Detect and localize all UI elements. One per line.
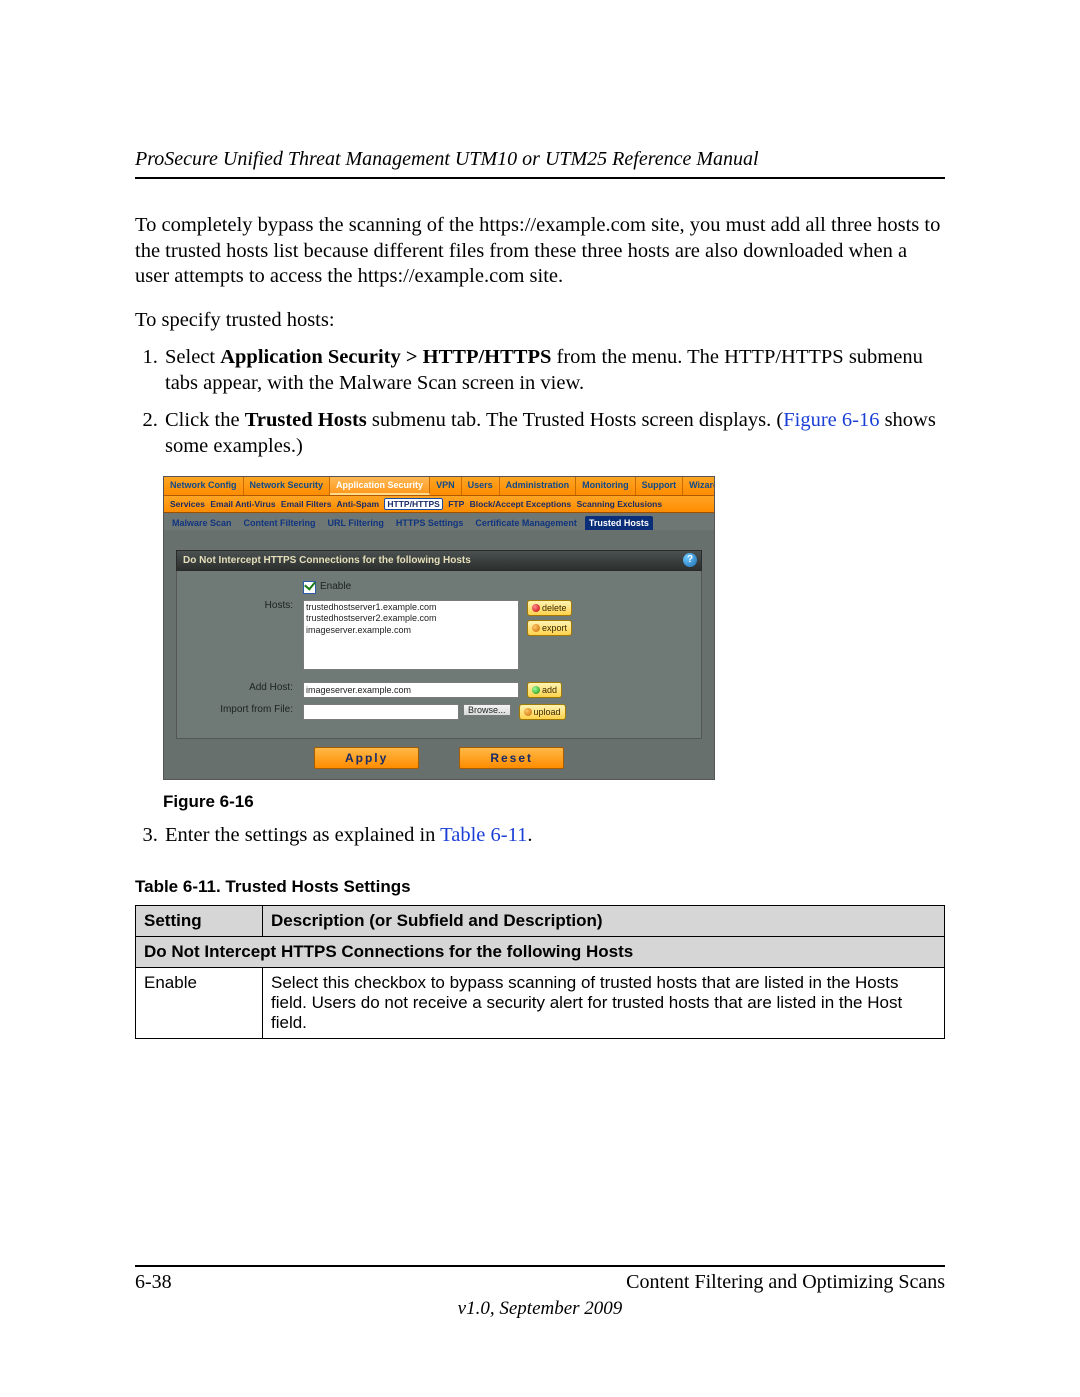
upload-button[interactable]: upload (519, 704, 566, 720)
svc-scan-excl[interactable]: Scanning Exclusions (577, 499, 663, 509)
svc-http-https[interactable]: HTTP/HTTPS (384, 498, 442, 510)
subtab-row: Malware Scan Content Filtering URL Filte… (164, 513, 714, 530)
intro-paragraph: To completely bypass the scanning of the… (135, 213, 945, 290)
delete-button[interactable]: delete (527, 600, 572, 616)
tab-network-config[interactable]: Network Config (164, 477, 244, 495)
hosts-label: Hosts: (191, 600, 303, 611)
table-caption: Table 6-11. Trusted Hosts Settings (135, 877, 945, 897)
tab-network-security[interactable]: Network Security (244, 477, 331, 495)
lead-in-paragraph: To specify trusted hosts: (135, 308, 945, 334)
page-number: 6-38 (135, 1271, 172, 1294)
screenshot-app: Network Config Network Security Applicat… (163, 476, 715, 780)
cell-setting: Enable (136, 967, 263, 1038)
delete-icon (532, 604, 540, 612)
svc-anti-spam[interactable]: Anti-Spam (337, 499, 380, 509)
table-link[interactable]: Table 6-11 (440, 824, 527, 846)
step-1-bold: Application Security > HTTP/HTTPS (220, 346, 551, 368)
upload-label: upload (534, 707, 561, 717)
browse-button[interactable]: Browse... (463, 704, 511, 716)
tab-users[interactable]: Users (462, 477, 500, 495)
tab-support[interactable]: Support (636, 477, 684, 495)
tab-vpn[interactable]: VPN (430, 477, 462, 495)
import-label: Import from File: (191, 704, 303, 715)
export-label: export (542, 623, 567, 633)
enable-checkbox[interactable] (303, 581, 316, 594)
figure-6-16: Network Config Network Security Applicat… (163, 476, 945, 812)
svc-ftp[interactable]: FTP (448, 499, 464, 509)
step-2-text-c: submenu tab. The Trusted Hosts screen di… (367, 409, 783, 431)
chapter-title: Content Filtering and Optimizing Scans (626, 1271, 945, 1294)
step-3-text-a: Enter the settings as explained in (165, 824, 440, 846)
add-host-label: Add Host: (191, 682, 303, 693)
step-2: Click the Trusted Hosts submenu tab. The… (163, 407, 945, 460)
th-description: Description (or Subfield and Description… (263, 905, 945, 936)
import-file-input[interactable] (303, 704, 459, 720)
version-line: v1.0, September 2009 (0, 1298, 1080, 1320)
panel-body: Enable Hosts: trustedhostserver1.example… (176, 571, 702, 739)
figure-link[interactable]: Figure 6-16 (783, 409, 879, 431)
step-1-text-a: Select (165, 346, 220, 368)
subtab-content-filtering[interactable]: Content Filtering (240, 516, 320, 530)
export-icon (532, 624, 540, 632)
delete-label: delete (542, 603, 567, 613)
host-item[interactable]: imageserver.example.com (306, 625, 516, 636)
subtab-cert-mgmt[interactable]: Certificate Management (471, 516, 581, 530)
tab-monitoring[interactable]: Monitoring (576, 477, 636, 495)
add-host-input[interactable]: imageserver.example.com (303, 682, 519, 698)
add-icon (532, 686, 540, 694)
screen-panel: Do Not Intercept HTTPS Connections for t… (164, 530, 714, 779)
subtab-malware-scan[interactable]: Malware Scan (168, 516, 236, 530)
svc-services[interactable]: Services (170, 499, 205, 509)
subtab-trusted-hosts[interactable]: Trusted Hosts (585, 516, 653, 530)
step-2-bold: Trusted Hosts (245, 409, 367, 431)
add-label: add (542, 685, 557, 695)
reset-button[interactable]: Reset (459, 747, 564, 769)
svc-email-filters[interactable]: Email Filters (281, 499, 332, 509)
host-item[interactable]: trustedhostserver1.example.com (306, 602, 516, 613)
svc-email-av[interactable]: Email Anti-Virus (210, 499, 275, 509)
add-button[interactable]: add (527, 682, 562, 698)
th-setting: Setting (136, 905, 263, 936)
step-3-text-b: . (527, 824, 532, 846)
host-item[interactable]: trustedhostserver2.example.com (306, 613, 516, 624)
services-row: Services Email Anti-Virus Email Filters … (164, 496, 714, 513)
figure-caption: Figure 6-16 (163, 792, 945, 812)
upload-icon (524, 708, 532, 716)
main-tab-row: Network Config Network Security Applicat… (164, 477, 714, 496)
step-2-text-a: Click the (165, 409, 245, 431)
help-icon[interactable]: ? (683, 553, 697, 567)
cell-description: Select this checkbox to bypass scanning … (263, 967, 945, 1038)
settings-table: Setting Description (or Subfield and Des… (135, 905, 945, 1039)
panel-title: Do Not Intercept HTTPS Connections for t… (183, 555, 471, 566)
step-1: Select Application Security > HTTP/HTTPS… (163, 344, 945, 397)
export-button[interactable]: export (527, 620, 572, 636)
enable-label: Enable (320, 581, 351, 592)
apply-button[interactable]: Apply (314, 747, 419, 769)
table-row: Enable Select this checkbox to bypass sc… (136, 967, 945, 1038)
tab-administration[interactable]: Administration (500, 477, 577, 495)
subtab-https-settings[interactable]: HTTPS Settings (392, 516, 468, 530)
footer-rule (135, 1265, 945, 1267)
section-header: Do Not Intercept HTTPS Connections for t… (136, 936, 945, 967)
hosts-listbox[interactable]: trustedhostserver1.example.com trustedho… (303, 600, 519, 670)
step-3: Enter the settings as explained in Table… (163, 822, 945, 849)
subtab-url-filtering[interactable]: URL Filtering (324, 516, 388, 530)
running-header: ProSecure Unified Threat Management UTM1… (135, 148, 945, 179)
svc-block-accept[interactable]: Block/Accept Exceptions (470, 499, 572, 509)
tab-wizards[interactable]: Wizards (683, 477, 714, 495)
panel-header: Do Not Intercept HTTPS Connections for t… (176, 550, 702, 571)
tab-application-security[interactable]: Application Security (330, 477, 430, 495)
